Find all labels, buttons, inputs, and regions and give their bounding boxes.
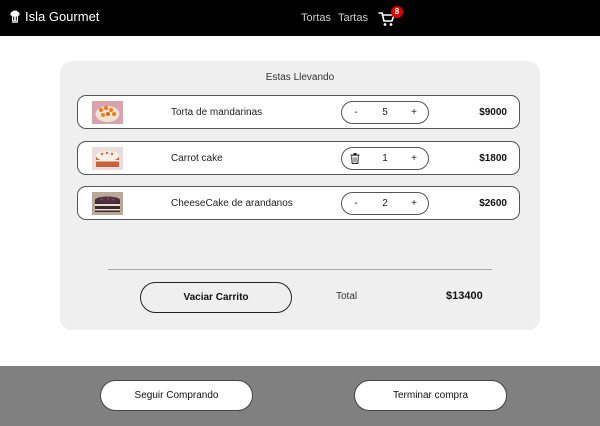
checkout-button[interactable]: Terminar compra	[354, 380, 507, 411]
footer-bar: Seguir Comprando Terminar compra	[0, 366, 600, 426]
continue-shopping-button[interactable]: Seguir Comprando	[100, 380, 253, 411]
decrement-button[interactable]: -	[345, 102, 367, 123]
total-value: $13400	[446, 290, 483, 302]
increment-button[interactable]: +	[403, 193, 425, 214]
product-image	[92, 101, 123, 124]
product-name: Torta de mandarinas	[171, 107, 263, 118]
product-image	[92, 192, 123, 215]
total-label: Total	[336, 291, 358, 302]
cart-item: Torta de mandarinas - 5 + $9000	[77, 95, 520, 129]
quantity-stepper: 1 +	[341, 147, 429, 170]
navbar: Isla Gourmet Tortas Tartas 8	[0, 0, 600, 36]
item-price: $1800	[479, 153, 507, 164]
nav-link-tartas[interactable]: Tartas	[338, 12, 368, 24]
brand[interactable]: Isla Gourmet	[9, 9, 99, 24]
cart-item: Carrot cake 1 + $1800	[77, 141, 520, 175]
chef-hat-icon	[10, 10, 20, 23]
increment-button[interactable]: +	[403, 102, 425, 123]
decrement-button[interactable]: -	[345, 193, 367, 214]
product-image	[92, 147, 123, 170]
quantity-value: 5	[382, 107, 388, 118]
increment-button[interactable]: +	[403, 148, 425, 169]
cart-panel: Estas Llevando Torta de mandarinas - 5 +…	[60, 61, 540, 330]
quantity-stepper: - 5 +	[341, 101, 429, 124]
nav-link-tortas[interactable]: Tortas	[301, 12, 331, 24]
quantity-value: 2	[382, 198, 388, 209]
clear-cart-button[interactable]: Vaciar Carrito	[140, 282, 292, 313]
item-price: $9000	[479, 107, 507, 118]
product-name: Carrot cake	[171, 153, 223, 164]
cart-count-badge: 8	[391, 6, 403, 18]
quantity-value: 1	[382, 153, 388, 164]
divider	[108, 269, 492, 270]
quantity-stepper: - 2 +	[341, 192, 429, 215]
trash-icon[interactable]	[350, 153, 360, 164]
item-price: $2600	[479, 198, 507, 209]
cart-title: Estas Llevando	[265, 72, 335, 83]
product-name: CheeseCake de arandanos	[171, 198, 293, 209]
brand-name: Isla Gourmet	[25, 9, 100, 24]
cart-item: CheeseCake de arandanos - 2 + $2600	[77, 186, 520, 220]
